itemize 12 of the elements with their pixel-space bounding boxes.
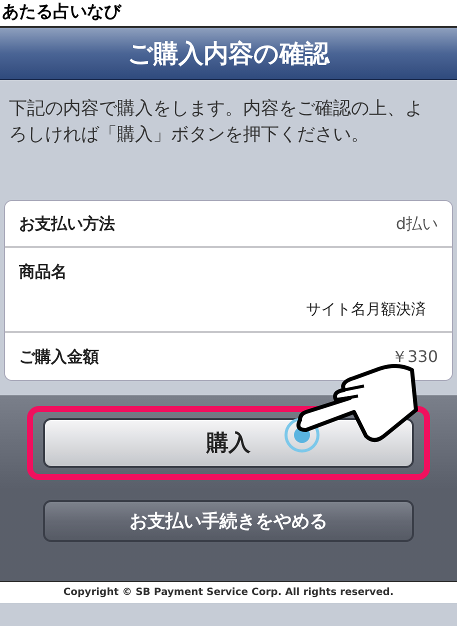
detail-label: お支払い方法 bbox=[19, 212, 115, 234]
site-name: あたる占いなび bbox=[2, 1, 121, 24]
copyright-text: Copyright © SB Payment Service Corp. All rights reserved. bbox=[63, 586, 394, 600]
purchase-button[interactable]: 購入 bbox=[43, 418, 414, 468]
page-title: ご購入内容の確認 bbox=[128, 38, 330, 70]
detail-label: ご購入金額 bbox=[19, 346, 99, 368]
cancel-button[interactable]: お支払い手続きをやめる bbox=[43, 500, 414, 542]
detail-value: ￥330 bbox=[391, 346, 438, 368]
detail-value: d払い bbox=[396, 212, 438, 234]
detail-label: 商品名 bbox=[19, 261, 68, 283]
detail-value: サイト名月額決済 bbox=[306, 299, 427, 320]
instruction-text: 下記の内容で購入をします。内容をご確認の上、よろしければ「購入」ボタンを押下ください。 bbox=[9, 97, 424, 147]
